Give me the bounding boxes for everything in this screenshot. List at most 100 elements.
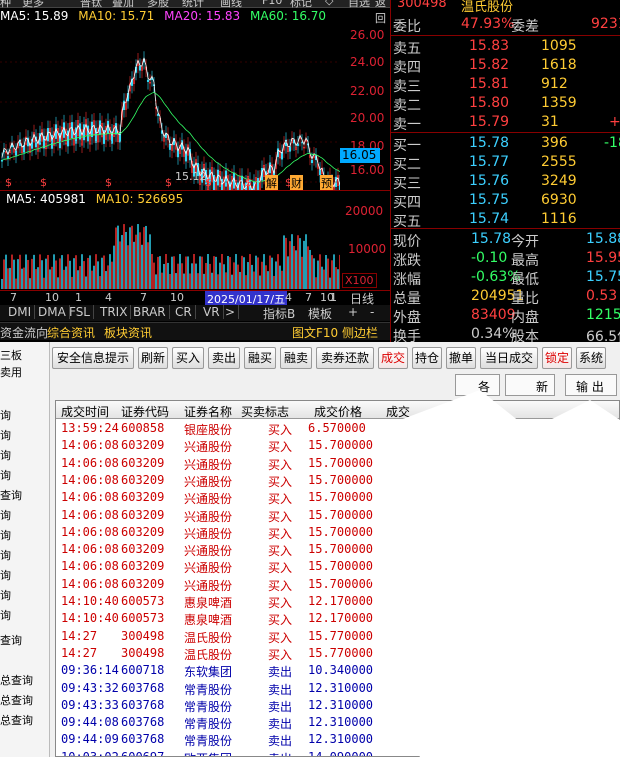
cell-side: 买入	[268, 596, 293, 610]
cell-code: 603768	[121, 732, 165, 747]
cell-name: 常青股份	[184, 734, 233, 749]
bid-row: 买四 15.75 6930	[391, 191, 620, 211]
event-marker[interactable]: $	[105, 176, 112, 189]
cell-time: 14:06:08	[61, 559, 119, 574]
nav-item[interactable]: 询	[0, 547, 11, 563]
weicha-value: 9231	[591, 16, 620, 32]
cell-code: 603209	[121, 507, 165, 522]
stat-value: 83409	[471, 307, 516, 323]
ma5-label: MA5: 15.89	[0, 9, 69, 23]
cell-code: 300498	[121, 645, 165, 660]
toolbar-label[interactable]: F10	[262, 0, 282, 7]
event-marker[interactable]: 预	[320, 175, 333, 191]
ask-label: 卖五	[393, 41, 421, 57]
event-marker[interactable]: $	[165, 176, 172, 189]
nav-item[interactable]: 询	[0, 427, 11, 443]
tab-cr[interactable]: CR	[172, 305, 196, 319]
cell-code: 600573	[121, 594, 165, 608]
nav-item[interactable]: 查询	[0, 632, 22, 648]
ask-row: 卖二 15.80 1359	[391, 94, 620, 114]
date-label: 7	[140, 291, 147, 304]
column-header[interactable]: 买卖标志	[241, 403, 289, 420]
event-marker[interactable]: $	[205, 176, 212, 189]
tab-dmi[interactable]: DMI	[5, 305, 36, 319]
stat-label: 涨幅	[393, 272, 421, 288]
toolbar-label[interactable]: 自选	[348, 0, 370, 10]
tab-right-item[interactable]: -	[367, 305, 377, 319]
nav-item[interactable]: 询	[0, 587, 11, 603]
info-tab[interactable]: 综合资讯	[47, 324, 95, 341]
event-marker[interactable]: 解	[265, 175, 278, 191]
kline-chart-panel[interactable]: 种更多 普钛 叠加 多股 统计 画线 F10 标记 ◇ 自选 返回 MA5: 15.89 MA10:…	[0, 0, 390, 342]
nav-item[interactable]: 询	[0, 407, 11, 423]
cell-time: 14:10:40	[61, 611, 119, 626]
column-header[interactable]: 证券代码	[121, 403, 169, 420]
nav-item[interactable]: 询	[0, 447, 11, 463]
toolbar-button[interactable]: 卖出	[208, 347, 240, 369]
nav-item[interactable]: 卖用	[0, 364, 22, 380]
cell-time: 09:44:08	[61, 715, 119, 730]
toolbar-button[interactable]: 安全信息提示	[52, 347, 134, 369]
cell-side: 卖出	[268, 665, 293, 680]
cell-name: 兴通股份	[184, 474, 233, 489]
cell-name: 欧亚集团	[184, 750, 232, 756]
volume-plot[interactable]	[0, 205, 340, 289]
tab-[interactable]: >	[222, 305, 240, 319]
toolbar-label[interactable]: ◇	[325, 0, 333, 7]
candlestick-plot[interactable]	[0, 22, 340, 190]
column-header[interactable]: 证券名称	[184, 403, 232, 420]
nav-item[interactable]: 总查询	[0, 672, 33, 688]
tab-right-item[interactable]: 指标B	[260, 305, 298, 322]
info-tab[interactable]: 板块资讯	[104, 324, 152, 341]
column-header[interactable]: 成交价格	[314, 403, 362, 420]
info-tabs: 资金流向综合资讯板块资讯 图文F10 侧边栏 《	[0, 322, 390, 340]
nav-item[interactable]: 询	[0, 507, 11, 523]
stat-row: 现价 15.78今开 15.88	[391, 230, 620, 250]
cell-name: 惠泉啤酒	[184, 613, 233, 628]
event-marker[interactable]: $	[245, 176, 252, 189]
tab-right-item[interactable]: +	[345, 305, 361, 319]
indicator-tabs: DMI DMA FSL TRIX BRAR CR VR > 指标B 模板 + -	[0, 305, 390, 321]
toolbar-button[interactable]: 刷新	[138, 347, 168, 369]
event-marker[interactable]: $	[40, 176, 47, 189]
cell-code: 603768	[121, 697, 165, 712]
nav-item[interactable]: 询	[0, 467, 11, 483]
stock-name: 温氏股份	[461, 0, 514, 15]
stat-label: 现价	[393, 234, 421, 250]
toolbar-button[interactable]: 买入	[172, 347, 204, 369]
tab-vr[interactable]: VR	[200, 305, 224, 319]
tab-trix[interactable]: TRIX	[97, 305, 132, 319]
nav-item[interactable]: 总查询	[0, 712, 33, 728]
cell-name: 兴通股份	[184, 440, 233, 455]
tab-right-item[interactable]: 模板	[305, 305, 335, 322]
nav-item[interactable]: 查询	[0, 487, 22, 503]
bid-price: 15.74	[469, 211, 510, 227]
nav-item[interactable]: 询	[0, 607, 11, 623]
tab-brar[interactable]: BRAR	[130, 305, 170, 319]
info-right-links[interactable]: 图文F10 侧边栏 《	[292, 324, 390, 342]
cell-code: 603209	[121, 455, 165, 470]
nav-item[interactable]: 询	[0, 567, 11, 583]
event-marker[interactable]: 财	[290, 175, 303, 191]
tab-dma[interactable]: DMA	[35, 305, 70, 319]
nav-item[interactable]: 三板	[0, 347, 22, 363]
stat-row: 外盘 83409内盘 121542	[391, 306, 620, 326]
cell-time: 14:27	[61, 645, 98, 660]
tab-fsl[interactable]: FSL	[66, 305, 94, 319]
ma10-label: MA10: 15.71	[78, 9, 155, 23]
cell-code: 603209	[121, 472, 165, 487]
price-tick: 20.00	[350, 111, 385, 125]
toolbar-button[interactable]: 融卖	[280, 347, 312, 369]
cell-name: 兴通股份	[184, 561, 233, 576]
info-tab[interactable]: 资金流向	[0, 324, 48, 341]
cell-time: 14:27	[61, 628, 98, 643]
cell-side: 买入	[268, 440, 293, 455]
nav-item[interactable]: 总查询	[0, 692, 33, 708]
cell-code: 603768	[121, 680, 165, 695]
nav-item[interactable]: 询	[0, 527, 11, 543]
toolbar-button[interactable]: 融买	[244, 347, 276, 369]
event-marker[interactable]: $	[5, 176, 12, 189]
column-header[interactable]: 成交时间	[61, 403, 109, 420]
bid-price: 15.78	[469, 135, 510, 151]
toolbar-label[interactable]: 返回	[375, 0, 390, 26]
